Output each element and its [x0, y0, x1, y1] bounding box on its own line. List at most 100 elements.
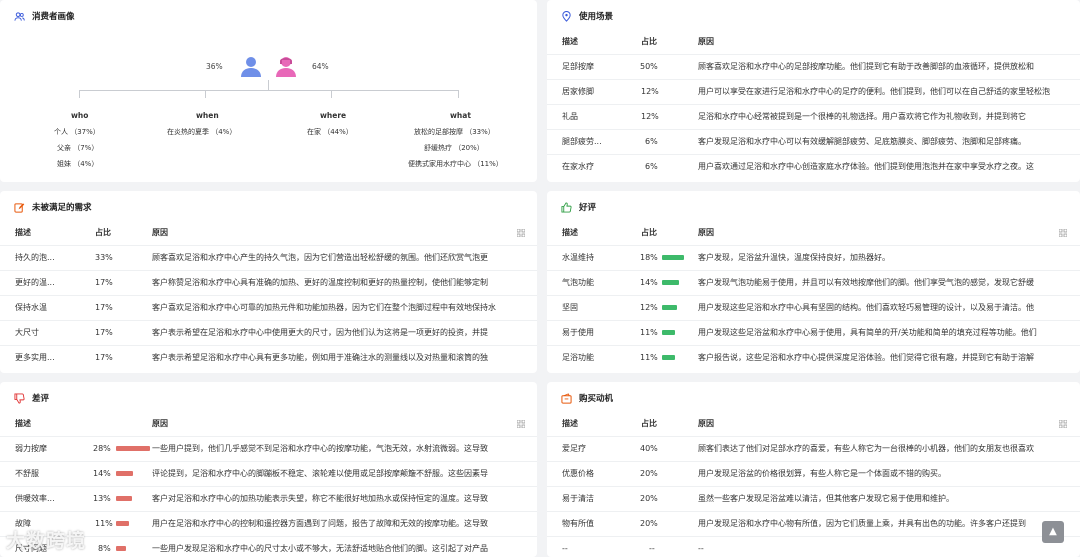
row-desc: 弱力按摩	[15, 444, 47, 453]
when-item: 在炎热的夏季 （4%）	[167, 128, 237, 136]
row-pct: 11%	[640, 353, 658, 362]
thumbs-down-icon	[14, 392, 25, 404]
table-row[interactable]: 弱力按摩 28% 一些用户提到，他们几乎感觉不到足浴和水疗中心的按摩功能，气泡无…	[0, 436, 537, 462]
who-item: 父亲 （7%）	[57, 144, 99, 152]
row-pct: 18%	[640, 253, 658, 262]
positive-bar	[662, 305, 677, 310]
row-pct: 17%	[95, 328, 113, 337]
what-item: 放松的足部按摩 （33%）	[414, 128, 495, 136]
table-row[interactable]: 在家水疗 6% 用户喜欢通过足浴和水疗中心创造家庭水疗体验。他们提到使用泡泡并在…	[547, 154, 1080, 179]
row-desc: 更多实用...	[15, 353, 55, 362]
watermark-logo: 大数跨境	[6, 526, 86, 553]
male-avatar-icon	[240, 55, 262, 77]
row-desc: 气泡功能	[562, 278, 594, 287]
users-icon	[14, 11, 25, 22]
table-row[interactable]: 优惠价格 20% 用户发现足浴盆的价格很划算，有些人称它是一个体面或不错的购买。	[547, 461, 1080, 487]
positive-bar	[662, 280, 679, 285]
table-row[interactable]: 礼品 12% 足浴和水疗中心经常被提到是一个很棒的礼物选择。用户喜欢将它作为礼物…	[547, 104, 1080, 130]
positive-bar	[662, 330, 675, 335]
usage-scenes-card: 使用场景 描述 占比 原因 足部按摩 50% 顾客喜欢足浴和水疗中心的足部按摩功…	[547, 0, 1080, 182]
where-item: 在家 （44%）	[307, 128, 353, 136]
female-avatar-icon	[275, 55, 297, 77]
row-reason: 客户表示希望在足浴和水疗中心中使用更大的尺寸，因为他们认为这将是一项更好的投资，…	[152, 328, 488, 337]
table-row[interactable]: 大尺寸 17% 客户表示希望在足浴和水疗中心中使用更大的尺寸，因为他们认为这将是…	[0, 320, 537, 346]
row-reason: 客户对足浴和水疗中心的加热功能表示失望，称它不能很好地加热水或保持恒定的温度。这…	[152, 494, 488, 503]
row-desc: 不舒服	[15, 469, 39, 478]
row-reason: 一些用户发现足浴和水疗中心的尺寸太小或不够大，无法舒适地贴合他们的脚。这引起了对…	[152, 544, 488, 553]
table-row[interactable]: 坚固 12% 用户发现这些足浴和水疗中心具有坚固的结构。他们喜欢轻巧易管理的设计…	[547, 295, 1080, 321]
header-reason: 原因	[698, 37, 714, 46]
row-pct: 20%	[640, 469, 658, 478]
negative-bar	[116, 471, 133, 476]
edit-icon	[14, 202, 25, 213]
table-row[interactable]: 更好的温... 17% 客户称赞足浴和水疗中心具有准确的加热、更好的温度控制和更…	[0, 270, 537, 296]
table-row[interactable]: 供暖效率... 13% 客户对足浴和水疗中心的加热功能表示失望，称它不能很好地加…	[0, 486, 537, 512]
persona-card: 消费者画像 36% 64% who 个人 （37%） 父亲 （7%） 姐妹 （4…	[0, 0, 537, 182]
table-row[interactable]: -- -- --	[547, 536, 1080, 557]
row-desc: 保持水温	[15, 303, 47, 312]
row-reason: 用户可以享受在家进行足浴和水疗中心的足疗的便利。他们提到，他们可以在自己舒适的家…	[698, 87, 1050, 96]
row-reason: 顾客们表达了他们对足部水疗的喜爱，有些人称它为一台很棒的小机器，他们的女朋友也很…	[698, 444, 1034, 453]
row-desc: 供暖效率...	[15, 494, 55, 503]
row-pct: 20%	[640, 519, 658, 528]
what-heading: what	[450, 111, 471, 120]
row-pct: 17%	[95, 303, 113, 312]
positive-bar	[662, 355, 675, 360]
table-header: 描述 占比 原因	[0, 220, 537, 246]
location-pin-icon	[561, 10, 572, 22]
tree-branch	[79, 90, 459, 91]
table-row[interactable]: 居家修脚 12% 用户可以享受在家进行足浴和水疗中心的足疗的便利。他们提到，他们…	[547, 79, 1080, 105]
table-row[interactable]: 更多实用... 17% 客户表示希望足浴和水疗中心具有更多功能，例如用于准确注水…	[0, 345, 537, 370]
row-desc: 足部按摩	[562, 62, 594, 71]
table-row[interactable]: 足浴功能 11% 客户报告说，这些足浴和水疗中心提供深度足浴体验。他们觉得它很有…	[547, 345, 1080, 370]
scroll-top-button[interactable]: ▲	[1042, 521, 1064, 543]
row-reason: 用户发现足浴和水疗中心物有所值，因为它们质量上乘，并具有出色的功能。许多客户还提…	[698, 519, 1026, 528]
row-pct: 12%	[640, 303, 658, 312]
usage-scenes-title: 使用场景	[561, 10, 613, 22]
row-pct: 14%	[640, 278, 658, 287]
tree-trunk	[268, 80, 269, 90]
where-heading: where	[320, 111, 347, 120]
negative-bar	[116, 446, 150, 451]
table-row[interactable]: 易于清洁 20% 虽然一些客户发现足浴盆难以清洁，但其他客户发现它易于使用和维护…	[547, 486, 1080, 512]
negative-bar	[116, 521, 129, 526]
row-reason: 一些用户提到，他们几乎感觉不到足浴和水疗中心的按摩功能，气泡无效，水射流微弱。这…	[152, 444, 488, 453]
table-row[interactable]: 物有所值 20% 用户发现足浴和水疗中心物有所值，因为它们质量上乘，并具有出色的…	[547, 511, 1080, 537]
tree-leg-what	[458, 90, 459, 98]
table-row[interactable]: 腿部疲劳... 6% 客户发现足浴和水疗中心可以有效缓解腿部疲劳、足底筋膜炎、脚…	[547, 129, 1080, 155]
what-item: 便携式家用水疗中心 （11%）	[408, 160, 503, 168]
purchase-motivation-title: 购买动机	[561, 392, 613, 404]
row-desc: 腿部疲劳...	[562, 137, 602, 146]
row-reason: 客户喜欢足浴和水疗中心可靠的加热元件和功能加热器，因为它们在整个泡脚过程中有效地…	[152, 303, 496, 312]
row-reason: 客户报告说，这些足浴和水疗中心提供深度足浴体验。他们觉得它很有趣，并提到它有助于…	[698, 353, 1034, 362]
positive-reviews-title: 好评	[561, 201, 596, 213]
table-row[interactable]: 易于使用 11% 用户发现这些足浴盆和水疗中心易于使用，具有简单的开/关功能和简…	[547, 320, 1080, 346]
table-row[interactable]: 爱足疗 40% 顾客们表达了他们对足部水疗的喜爱，有些人称它为一台很棒的小机器，…	[547, 436, 1080, 462]
row-desc: 礼品	[562, 112, 578, 121]
table-row[interactable]: 不舒服 14% 评论提到，足浴和水疗中心的脚蹦板不稳定、滚轮难以使用或足部按摩颠…	[0, 461, 537, 487]
row-desc: 易于清洁	[562, 494, 594, 503]
when-heading: when	[196, 111, 219, 120]
table-row[interactable]: 水温维持 18% 客户发现，足浴盆升温快，温度保持良好，加热器好。	[547, 245, 1080, 271]
row-pct: 14%	[93, 469, 111, 478]
row-pct: 28%	[93, 444, 111, 453]
row-pct: 12%	[641, 112, 659, 121]
row-desc: 易于使用	[562, 328, 594, 337]
table-header: 描述 占比 原因	[547, 29, 1080, 55]
row-pct: 11%	[95, 519, 113, 528]
table-row[interactable]: 保持水温 17% 客户喜欢足浴和水疗中心可靠的加热元件和功能加热器，因为它们在整…	[0, 295, 537, 321]
female-percentage: 64%	[312, 62, 329, 71]
male-percentage: 36%	[206, 62, 223, 71]
negative-reviews-title: 差评	[14, 392, 49, 404]
arrow-up-icon: ▲	[1049, 526, 1057, 537]
purchase-motivation-card: 购买动机 描述 占比 原因 爱足疗 40% 顾客们表达了他们对足部水疗的喜爱，有…	[547, 382, 1080, 557]
table-row[interactable]: 足部按摩 50% 顾客喜欢足浴和水疗中心的足部按摩功能。他们提到它有助于改善脚部…	[547, 54, 1080, 80]
table-row[interactable]: 持久的泡... 33% 顾客喜欢足浴和水疗中心产生的持久气泡，因为它们营造出轻松…	[0, 245, 537, 271]
header-pct: 占比	[95, 228, 111, 237]
tree-leg-when	[205, 90, 206, 98]
header-desc: 描述	[562, 37, 578, 46]
table-row[interactable]: 气泡功能 14% 客户发现气泡功能易于使用，并且可以有效地按摩他们的脚。他们享受…	[547, 270, 1080, 296]
row-reason: 足浴和水疗中心经常被提到是一个很棒的礼物选择。用户喜欢将它作为礼物收到，并提到将…	[698, 112, 1026, 121]
row-pct: 11%	[640, 328, 658, 337]
row-reason: 客户表示希望足浴和水疗中心具有更多功能，例如用于准确注水的测量线以及对热量和滚筒…	[152, 353, 488, 362]
